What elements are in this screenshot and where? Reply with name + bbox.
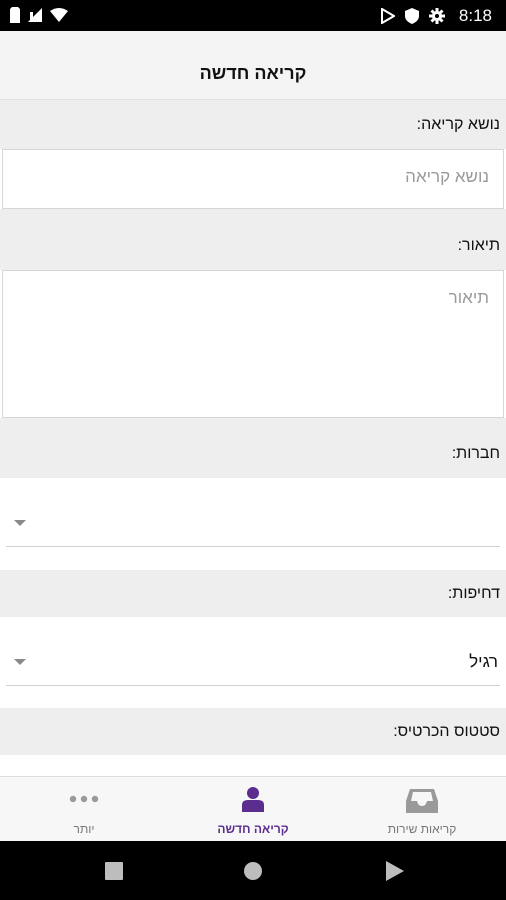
play-store-icon xyxy=(380,8,395,24)
subject-placeholder: נושא קריאה xyxy=(405,167,489,186)
signal-icon xyxy=(28,8,42,22)
bottom-navigation: קריאות שירות קריאה חדשה יותר xyxy=(0,776,506,842)
ticket-status-select[interactable] xyxy=(0,755,506,776)
chevron-down-icon xyxy=(14,659,26,665)
system-navigation-bar xyxy=(0,841,506,900)
subject-label-row: נושא קריאה: xyxy=(0,100,506,149)
urgency-label-row: דחיפות: xyxy=(0,570,506,617)
person-icon xyxy=(242,787,264,812)
status-bar: 8:18 xyxy=(0,0,506,31)
companies-label-row: חברות: xyxy=(0,418,506,478)
status-icons-right: 8:18 xyxy=(380,6,492,26)
more-dots-icon xyxy=(69,795,99,803)
nav-new-call[interactable]: קריאה חדשה xyxy=(169,777,337,842)
nav-label: קריאות שירות xyxy=(387,822,457,836)
subject-label: נושא קריאה: xyxy=(416,116,500,133)
description-textarea[interactable]: תיאור xyxy=(2,270,504,418)
app-bar: קריאה חדשה xyxy=(0,31,506,100)
nav-label: קריאה חדשה xyxy=(217,822,289,836)
description-placeholder: תיאור xyxy=(448,288,489,307)
chevron-down-icon xyxy=(14,520,26,526)
shield-icon xyxy=(404,8,419,24)
urgency-label: דחיפות: xyxy=(447,585,500,602)
nav-more[interactable]: יותר xyxy=(0,777,168,842)
description-label: תיאור: xyxy=(457,237,500,254)
status-time: 8:18 xyxy=(458,6,492,25)
wifi-icon xyxy=(50,8,68,22)
ticket-status-label-row: סטטוס הכרטיס: xyxy=(0,708,506,755)
recents-button[interactable] xyxy=(105,862,123,880)
page-title: קריאה חדשה xyxy=(199,63,307,83)
subject-input[interactable]: נושא קריאה xyxy=(2,149,504,209)
sim-card-icon xyxy=(10,7,20,23)
companies-select[interactable] xyxy=(0,478,506,570)
select-underline xyxy=(6,546,500,547)
back-button[interactable] xyxy=(386,861,404,881)
gear-icon xyxy=(428,8,445,24)
status-icons-left xyxy=(10,7,68,23)
urgency-select[interactable]: רגיל xyxy=(0,617,506,708)
nav-label: יותר xyxy=(73,822,95,836)
nav-service-calls[interactable]: קריאות שירות xyxy=(338,777,506,842)
description-label-row: תיאור: xyxy=(0,209,506,270)
home-button[interactable] xyxy=(243,861,263,881)
companies-label: חברות: xyxy=(451,445,500,462)
select-underline xyxy=(6,685,500,686)
inbox-icon xyxy=(406,789,438,813)
ticket-status-label: סטטוס הכרטיס: xyxy=(393,723,500,740)
urgency-value: רגיל xyxy=(469,652,498,671)
